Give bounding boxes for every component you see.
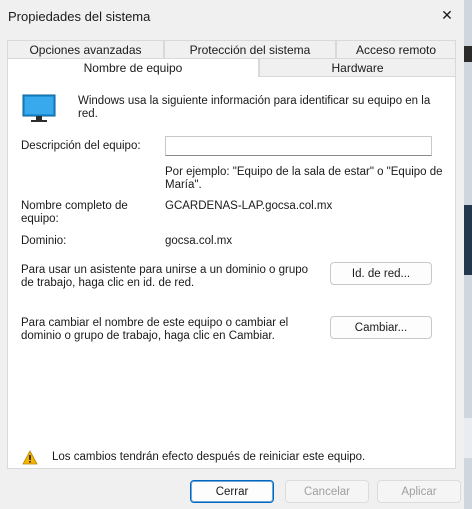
close-icon: ✕ — [441, 8, 453, 24]
close-window-button[interactable]: ✕ — [432, 2, 462, 30]
intro-text: Windows usa la siguiente información par… — [78, 95, 431, 120]
example-text: Por ejemplo: "Equipo de la sala de estar… — [165, 166, 443, 191]
domain-label: Dominio: — [21, 235, 67, 247]
tab-opciones-avanzadas[interactable]: Opciones avanzadas — [7, 40, 164, 58]
background-window-strip — [464, 0, 472, 509]
tab-proteccion-sistema[interactable]: Protección del sistema — [164, 40, 336, 58]
apply-button[interactable]: Aplicar — [377, 480, 461, 503]
warning-icon — [22, 450, 38, 468]
cancel-button[interactable]: Cancelar — [285, 480, 369, 503]
title-bar: Propiedades del sistema ✕ — [0, 0, 464, 32]
tab-nombre-de-equipo[interactable]: Nombre de equipo — [7, 58, 259, 77]
tab-acceso-remoto[interactable]: Acceso remoto — [336, 40, 456, 58]
tab-hardware[interactable]: Hardware — [259, 58, 456, 76]
computer-description-input[interactable] — [165, 136, 432, 156]
domain-value: gocsa.col.mx — [165, 235, 233, 247]
full-name-value: GCARDENAS-LAP.gocsa.col.mx — [165, 200, 333, 212]
description-label: Descripción del equipo: — [21, 140, 141, 152]
network-id-button[interactable]: Id. de red... — [330, 262, 432, 285]
system-properties-dialog: Propiedades del sistema ✕ Opciones avanz… — [0, 0, 464, 509]
computer-monitor-icon — [22, 94, 56, 127]
close-button[interactable]: Cerrar — [190, 480, 274, 503]
network-id-text: Para usar un asistente para unirse a un … — [21, 264, 309, 289]
full-name-label: Nombre completo de equipo: — [21, 200, 128, 225]
window-title: Propiedades del sistema — [8, 9, 151, 24]
restart-warning-text: Los cambios tendrán efecto después de re… — [52, 451, 366, 463]
change-text: Para cambiar el nombre de este equipo o … — [21, 317, 289, 342]
change-button[interactable]: Cambiar... — [330, 316, 432, 339]
